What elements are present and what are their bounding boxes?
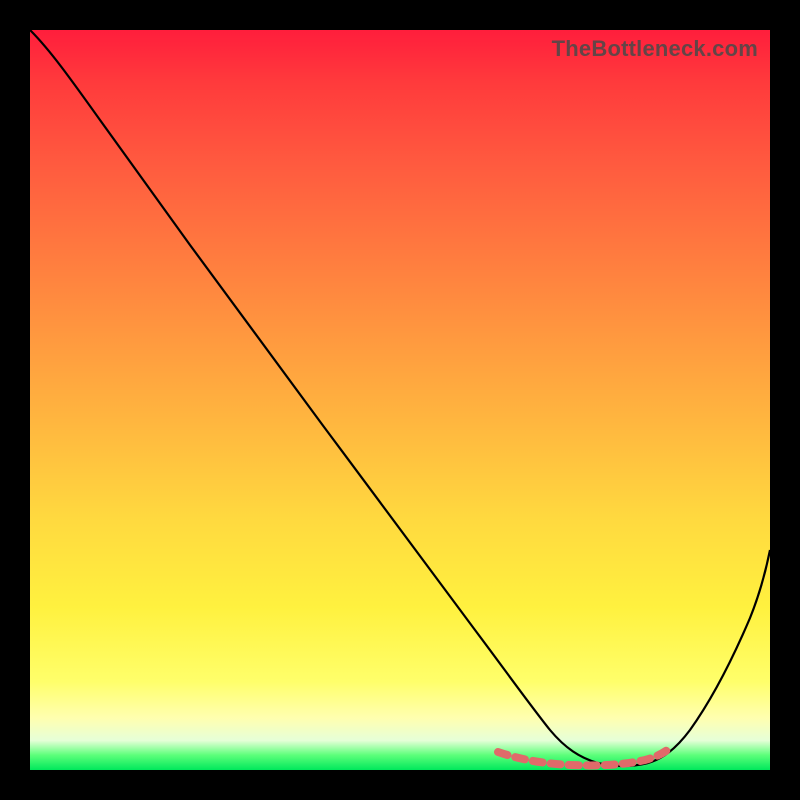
watermark-text: TheBottleneck.com [552,36,758,62]
chart-plot-area: TheBottleneck.com [30,30,770,770]
chart-svg [30,30,770,770]
optimal-range-marker-path [498,748,670,765]
bottleneck-curve-path [30,30,770,766]
